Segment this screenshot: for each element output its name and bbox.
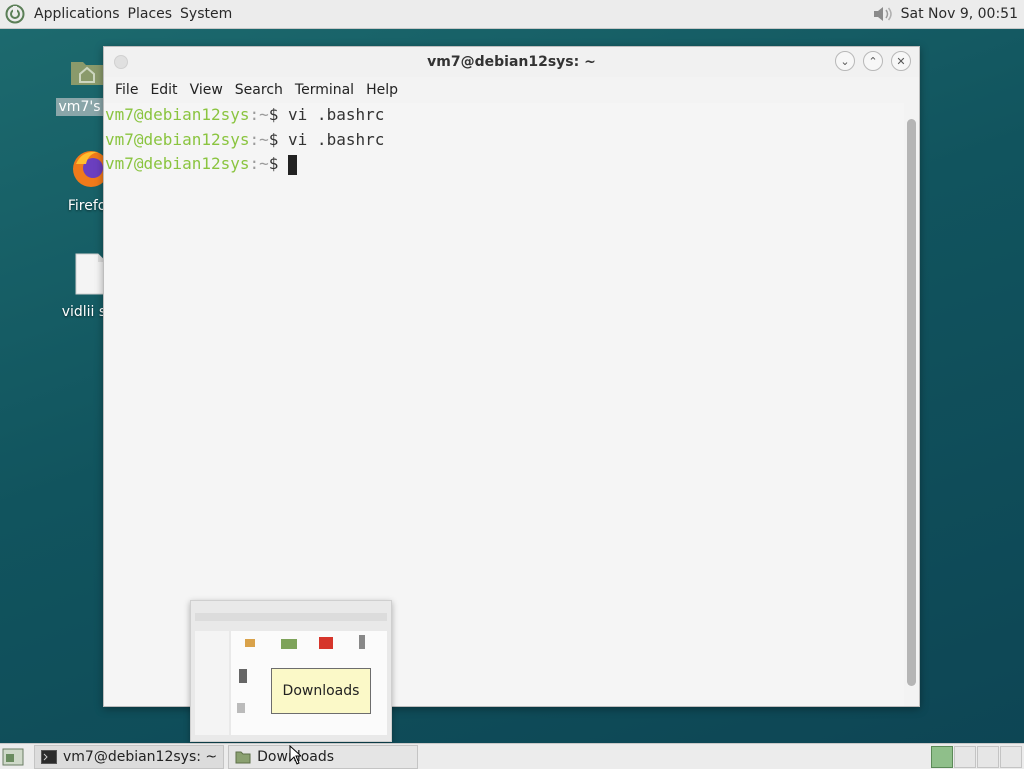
- prompt-symbol: $: [268, 154, 289, 173]
- menu-help[interactable]: Help: [360, 82, 404, 98]
- prompt-user: vm7@debian12sys: [105, 129, 250, 149]
- terminal-menubar: File Edit View Search Terminal Help: [104, 77, 919, 103]
- window-titlebar[interactable]: vm7@debian12sys: ~ ⌄ ⌃ ✕: [104, 47, 919, 77]
- command-text: vi .bashrc: [288, 105, 385, 124]
- home-folder-icon: [71, 62, 103, 85]
- command-text: vi .bashrc: [288, 129, 385, 149]
- taskbar-terminal-label: vm7@debian12sys: ~: [63, 748, 218, 765]
- folder-icon: [235, 751, 251, 763]
- debian-menu-icon[interactable]: [5, 4, 25, 24]
- system-menu[interactable]: System: [176, 6, 236, 22]
- minimize-button[interactable]: ⌄: [835, 51, 855, 71]
- text-cursor: [288, 154, 298, 175]
- preview-toolbar: [195, 613, 387, 621]
- maximize-button[interactable]: ⌃: [863, 51, 883, 71]
- terminal-scrollbar[interactable]: [907, 119, 916, 686]
- workspace-3[interactable]: [977, 745, 999, 768]
- mouse-pointer-icon: [289, 745, 301, 765]
- menu-file[interactable]: File: [109, 82, 144, 98]
- close-button[interactable]: ✕: [891, 51, 911, 71]
- terminal-line: vm7@debian12sys:~$: [104, 152, 904, 177]
- workspace-4[interactable]: [1000, 745, 1022, 768]
- prompt-symbol: $: [268, 129, 289, 149]
- menu-view[interactable]: View: [184, 82, 229, 98]
- prompt-path: :~: [249, 129, 269, 149]
- prompt-symbol: $: [268, 105, 289, 124]
- volume-icon[interactable]: [871, 4, 895, 24]
- workspace-1[interactable]: [931, 745, 953, 768]
- terminal-line: vm7@debian12sys:~$ vi .bashrc: [104, 103, 904, 128]
- window-menu-dot[interactable]: [114, 55, 128, 69]
- taskbar-downloads[interactable]: Downloads: [228, 744, 419, 769]
- prompt-user: vm7@debian12sys: [105, 105, 250, 124]
- prompt-path: :~: [249, 105, 269, 124]
- applications-menu[interactable]: Applications: [30, 6, 124, 22]
- downloads-tooltip: Downloads: [271, 668, 371, 714]
- workspace-2[interactable]: [954, 745, 976, 768]
- places-menu[interactable]: Places: [124, 6, 177, 22]
- clock[interactable]: Sat Nov 9, 00:51: [901, 6, 1018, 22]
- top-panel: Applications Places System Sat Nov 9, 00…: [0, 0, 1024, 29]
- preview-sidebar: [195, 631, 229, 735]
- show-desktop-icon[interactable]: [2, 748, 24, 766]
- taskbar-terminal[interactable]: vm7@debian12sys: ~: [34, 744, 225, 769]
- terminal-line: vm7@debian12sys:~$ vi .bashrc: [104, 128, 904, 153]
- workspace-switcher: [930, 745, 1022, 768]
- window-title: vm7@debian12sys: ~: [427, 54, 596, 70]
- prompt-path: :~: [249, 154, 269, 173]
- terminal-icon: [41, 749, 57, 764]
- menu-terminal[interactable]: Terminal: [289, 82, 360, 98]
- menu-search[interactable]: Search: [229, 82, 289, 98]
- prompt-user: vm7@debian12sys: [105, 154, 250, 173]
- bottom-panel: vm7@debian12sys: ~ Downloads: [0, 743, 1024, 769]
- menu-edit[interactable]: Edit: [144, 82, 183, 98]
